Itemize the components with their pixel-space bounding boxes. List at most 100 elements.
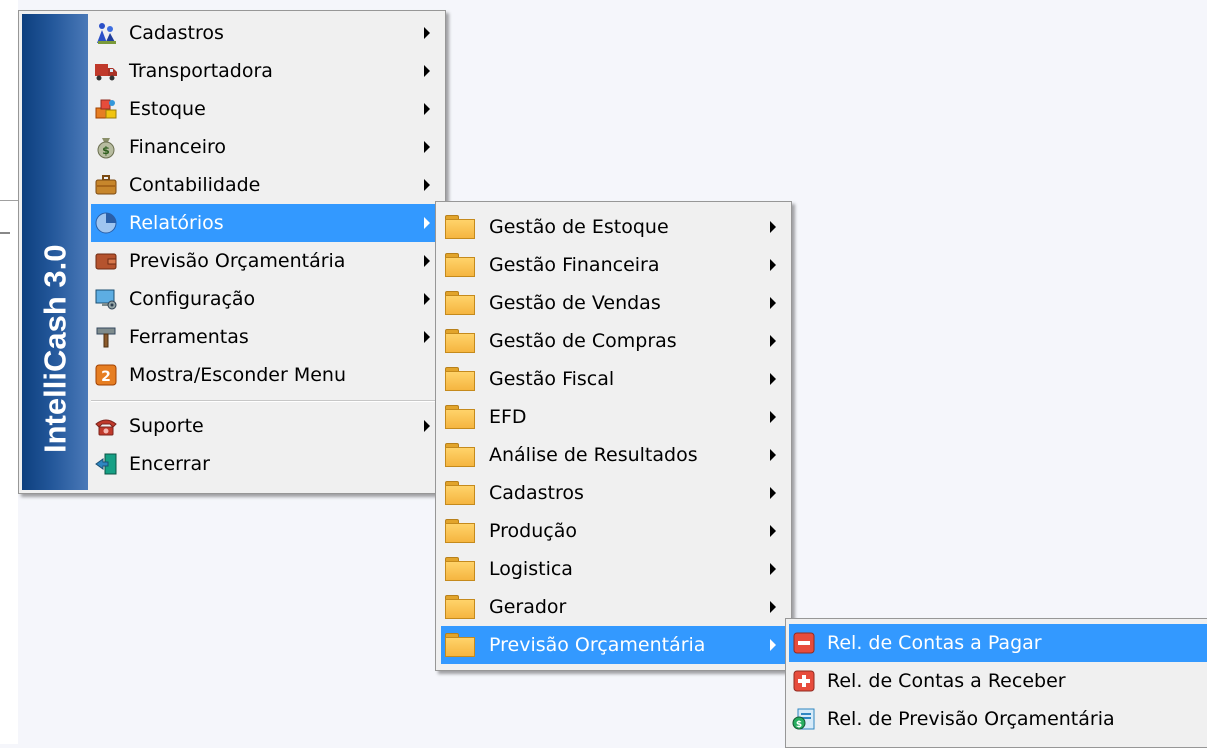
- submenu-item-label: Rel. de Previsão Orçamentária: [827, 708, 1115, 730]
- folder-icon: [445, 518, 475, 544]
- menu-item-financeiro[interactable]: $ Financeiro: [91, 128, 442, 166]
- wallet-icon: [93, 248, 119, 274]
- submenu-item-rel-contas-a-pagar[interactable]: Rel. de Contas a Pagar: [789, 624, 1207, 662]
- submenu-item-previsao-orcamentaria[interactable]: Previsão Orçamentária: [441, 626, 788, 664]
- submenu-item-label: Gestão Financeira: [489, 254, 660, 276]
- submenu-arrow-icon: [424, 141, 430, 153]
- submenu-arrow-icon: [770, 601, 776, 613]
- folder-icon: [445, 252, 475, 278]
- submenu-arrow-icon: [770, 449, 776, 461]
- submenu-item-analise-de-resultados[interactable]: Análise de Resultados: [441, 436, 788, 474]
- submenu-arrow-icon: [424, 179, 430, 191]
- submenu-item-efd[interactable]: EFD: [441, 398, 788, 436]
- brand-banner: IntelliCash 3.0: [22, 14, 88, 490]
- submenu-arrow-icon: [424, 103, 430, 115]
- menu-item-label: Previsão Orçamentária: [129, 250, 346, 272]
- folder-icon: [445, 556, 475, 582]
- submenu-item-gerador[interactable]: Gerador: [441, 588, 788, 626]
- telephone-icon: [93, 413, 119, 439]
- menu-item-label: Suporte: [129, 415, 204, 437]
- computer-settings-icon: [93, 286, 119, 312]
- submenu-arrow-icon: [770, 259, 776, 271]
- menu-item-contabilidade[interactable]: Contabilidade: [91, 166, 442, 204]
- folder-icon: [445, 480, 475, 506]
- menu-separator: [91, 400, 442, 402]
- folder-icon: [445, 328, 475, 354]
- submenu-item-gestao-de-estoque[interactable]: Gestão de Estoque: [441, 208, 788, 246]
- submenu-arrow-icon: [770, 525, 776, 537]
- folder-icon: [445, 366, 475, 392]
- menu-item-configuracao[interactable]: Configuração: [91, 280, 442, 318]
- relatorios-submenu: Gestão de Estoque Gestão Financeira Gest…: [435, 201, 792, 671]
- submenu-arrow-icon: [424, 27, 430, 39]
- menu-item-label: Ferramentas: [129, 326, 249, 348]
- submenu-arrow-icon: [424, 420, 430, 432]
- submenu-arrow-icon: [424, 255, 430, 267]
- submenu-item-label: Produção: [489, 520, 577, 542]
- toggle-menu-icon: 2: [93, 362, 119, 388]
- submenu-item-label: Gerador: [489, 596, 567, 618]
- menu-item-label: Encerrar: [129, 453, 210, 475]
- truck-icon: [93, 58, 119, 84]
- menu-item-previsao-orcamentaria[interactable]: Previsão Orçamentária: [91, 242, 442, 280]
- briefcase-icon: [93, 172, 119, 198]
- svg-text:$: $: [102, 144, 110, 157]
- main-menu: IntelliCash 3.0 Cadastros Transportadora…: [18, 10, 446, 494]
- submenu-item-gestao-de-compras[interactable]: Gestão de Compras: [441, 322, 788, 360]
- folder-icon: [445, 404, 475, 430]
- submenu-item-producao[interactable]: Produção: [441, 512, 788, 550]
- svg-text:$: $: [796, 720, 802, 730]
- menu-item-label: Contabilidade: [129, 174, 261, 196]
- submenu-arrow-icon: [770, 373, 776, 385]
- menu-item-relatorios[interactable]: Relatórios: [91, 204, 442, 242]
- submenu-item-label: Rel. de Contas a Receber: [827, 670, 1066, 692]
- menu-item-encerrar[interactable]: Encerrar: [91, 445, 442, 483]
- submenu-item-cadastros[interactable]: Cadastros: [441, 474, 788, 512]
- menu-item-label: Transportadora: [129, 60, 273, 82]
- submenu-item-gestao-de-vendas[interactable]: Gestão de Vendas: [441, 284, 788, 322]
- menu-item-mostra-esconder-menu[interactable]: 2 Mostra/Esconder Menu: [91, 356, 442, 394]
- folder-icon: [445, 290, 475, 316]
- people-icon: [93, 20, 119, 46]
- menu-item-suporte[interactable]: Suporte: [91, 407, 442, 445]
- menu-item-transportadora[interactable]: Transportadora: [91, 52, 442, 90]
- submenu-item-label: Análise de Resultados: [489, 444, 698, 466]
- submenu-item-gestao-financeira[interactable]: Gestão Financeira: [441, 246, 788, 284]
- submenu-arrow-icon: [770, 411, 776, 423]
- folder-icon: [445, 214, 475, 240]
- submenu-arrow-icon: [770, 297, 776, 309]
- money-bag-icon: $: [93, 134, 119, 160]
- submenu-arrow-icon: [424, 293, 430, 305]
- menu-item-ferramentas[interactable]: Ferramentas: [91, 318, 442, 356]
- background-tick: [0, 232, 10, 234]
- submenu-arrow-icon: [770, 563, 776, 575]
- submenu-item-rel-contas-a-receber[interactable]: Rel. de Contas a Receber: [789, 662, 1207, 700]
- pie-chart-icon: [93, 210, 119, 236]
- folder-icon: [445, 632, 475, 658]
- submenu-arrow-icon: [770, 487, 776, 499]
- folder-icon: [445, 594, 475, 620]
- submenu-arrow-icon: [770, 639, 776, 651]
- submenu-arrow-icon: [424, 217, 430, 229]
- submenu-item-logistica[interactable]: Logistica: [441, 550, 788, 588]
- menu-item-estoque[interactable]: Estoque: [91, 90, 442, 128]
- previsao-orcamentaria-submenu: Rel. de Contas a Pagar Rel. de Contas a …: [785, 618, 1207, 748]
- folder-icon: [445, 442, 475, 468]
- submenu-item-gestao-fiscal[interactable]: Gestão Fiscal: [441, 360, 788, 398]
- menu-item-label: Mostra/Esconder Menu: [129, 364, 347, 386]
- submenu-arrow-icon: [424, 331, 430, 343]
- submenu-item-label: Cadastros: [489, 482, 584, 504]
- menu-item-cadastros[interactable]: Cadastros: [91, 14, 442, 52]
- submenu-item-label: Previsão Orçamentária: [489, 634, 706, 656]
- plus-red-icon: [791, 668, 817, 694]
- relatorios-submenu-items: Gestão de Estoque Gestão Financeira Gest…: [441, 208, 788, 664]
- submenu-item-label: Rel. de Contas a Pagar: [827, 632, 1042, 654]
- submenu-item-label: Gestão de Vendas: [489, 292, 661, 314]
- previsao-submenu-items: Rel. de Contas a Pagar Rel. de Contas a …: [789, 624, 1207, 738]
- submenu-arrow-icon: [424, 65, 430, 77]
- submenu-arrow-icon: [770, 221, 776, 233]
- submenu-item-rel-previsao-orcamentaria[interactable]: $ Rel. de Previsão Orçamentária: [789, 700, 1207, 738]
- desktop-left-strip: [0, 0, 18, 744]
- boxes-icon: [93, 96, 119, 122]
- submenu-item-label: Gestão Fiscal: [489, 368, 615, 390]
